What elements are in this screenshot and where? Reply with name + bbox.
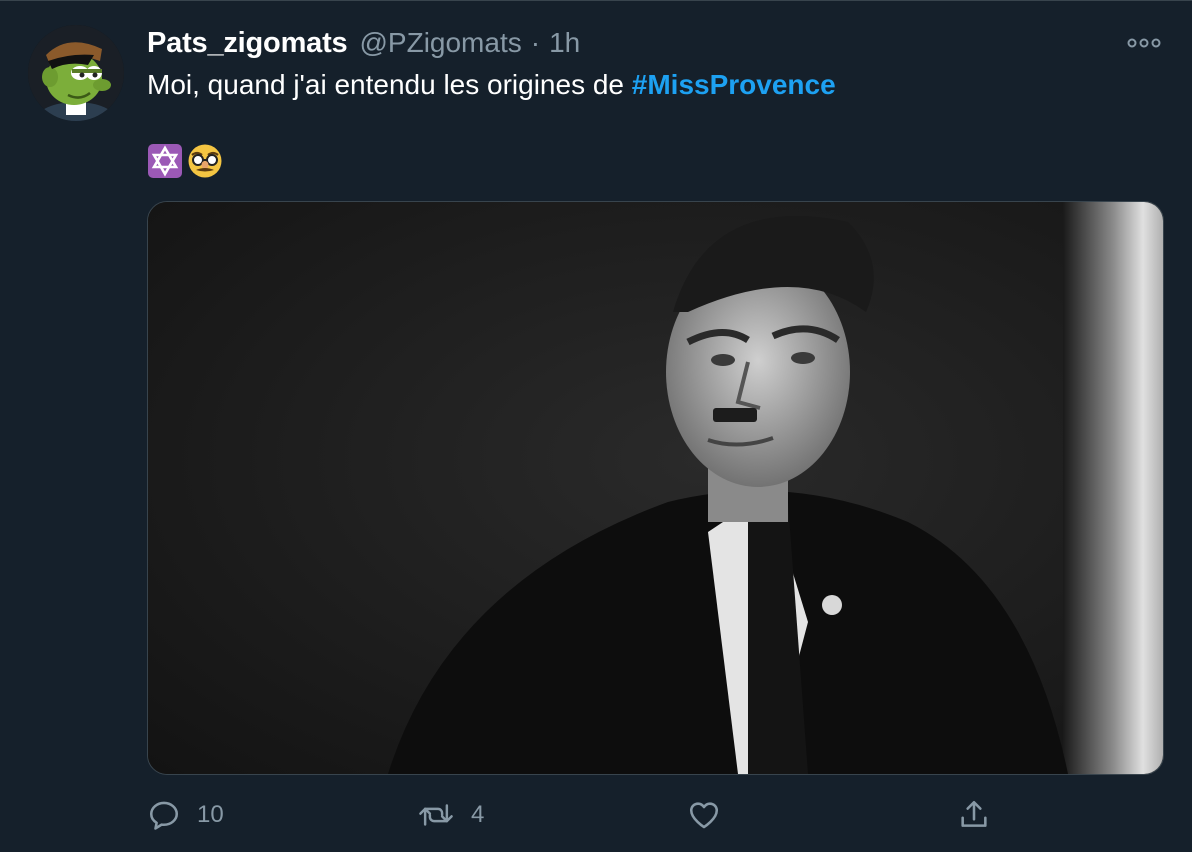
tweet-timestamp[interactable]: 1h — [549, 27, 580, 59]
avatar-image — [28, 25, 124, 121]
tweet-header: Pats_zigomats @PZigomats · 1h — [147, 27, 580, 63]
retweet-icon — [419, 804, 453, 826]
share-icon — [961, 800, 987, 827]
author-display-name[interactable]: Pats_zigomats — [147, 27, 348, 60]
like-button[interactable] — [687, 791, 737, 839]
author-handle[interactable]: @PZigomats — [359, 27, 521, 59]
reply-button[interactable]: 10 — [147, 791, 224, 839]
reply-icon — [149, 801, 179, 830]
tweet-card[interactable]: Pats_zigomats @PZigomats · 1h Moi, quand… — [0, 0, 1192, 852]
emoji-line — [147, 143, 223, 179]
heart-icon — [689, 802, 719, 829]
star-of-david-icon — [148, 144, 182, 178]
more-icon — [1127, 38, 1161, 48]
share-button[interactable] — [957, 791, 1007, 839]
tweet-actions: 10 4 — [147, 791, 1027, 839]
retweet-count: 4 — [471, 801, 485, 828]
avatar[interactable] — [28, 25, 124, 121]
photo-image — [148, 202, 1163, 774]
retweet-button[interactable]: 4 — [417, 791, 484, 839]
tweet-text: Moi, quand j'ai entendu les origines de … — [147, 69, 836, 101]
separator-dot: · — [530, 27, 541, 58]
more-options-button[interactable] — [1126, 31, 1162, 55]
reply-count: 10 — [197, 801, 224, 828]
tweet-media-photo[interactable] — [147, 201, 1164, 775]
disguised-face-icon — [188, 144, 222, 178]
tweet-text-body: Moi, quand j'ai entendu les origines de — [147, 69, 632, 100]
hashtag-link[interactable]: #MissProvence — [632, 69, 836, 100]
